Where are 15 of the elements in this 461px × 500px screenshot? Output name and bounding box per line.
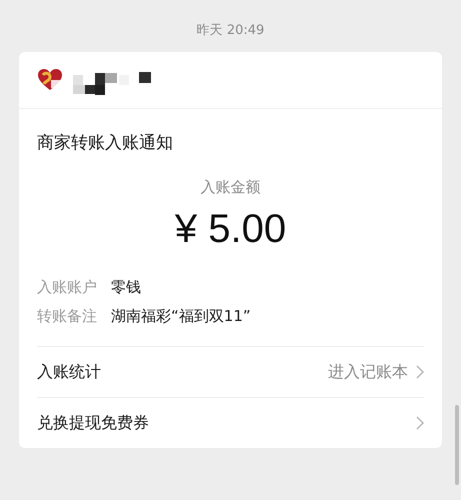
action-label[interactable]: 入账统计 <box>37 362 101 382</box>
timestamp: 昨天 20:49 <box>196 22 266 40</box>
scrollbar[interactable] <box>455 405 459 485</box>
detail-label: 转账备注 <box>37 307 97 326</box>
detail-label: 入账账户 <box>37 278 97 297</box>
detail-value: 零钱 <box>111 278 141 297</box>
chevron-right-icon[interactable] <box>416 416 424 430</box>
message-card[interactable]: 商家转账入账通知 入账金额 ¥ 5.00 入账账户 零钱 转账备注 湖南福彩“福到双11” 入账统计 进入记账本 兑换提现免费券 <box>19 52 442 448</box>
notice-title: 商家转账入账通知 <box>37 132 174 154</box>
heart-logo-icon <box>37 68 63 92</box>
amount: ¥ 5.00 <box>174 207 288 252</box>
action-label[interactable]: 兑换提现免费券 <box>37 412 149 434</box>
detail-value: 湖南福彩“福到双11” <box>111 307 251 326</box>
amount-label: 入账金额 <box>200 178 262 197</box>
chevron-right-icon[interactable] <box>416 365 424 379</box>
